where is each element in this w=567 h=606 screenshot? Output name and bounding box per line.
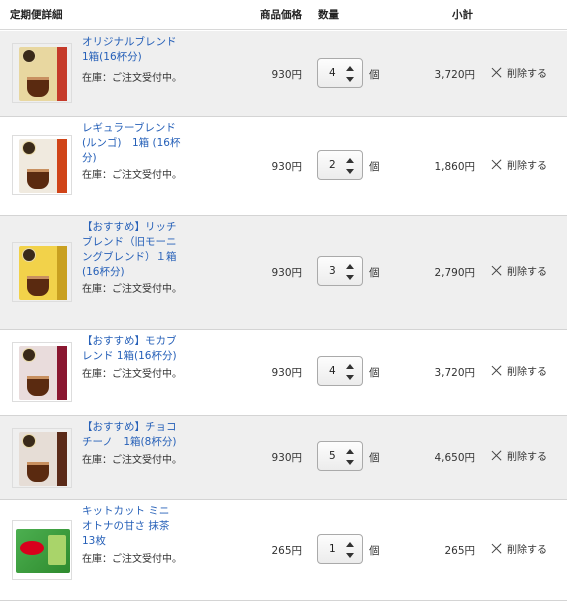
quantity-stepper[interactable]: 4 [317,356,363,386]
close-icon [491,265,502,276]
delete-label: 削除する [507,267,547,278]
line-subtotal: 2,790円 [434,267,475,279]
close-icon [491,159,502,170]
cart-items: オリジナルブレンド 1箱(16杯分) 在庫：ご注文受付中。 930円 4 個 3… [0,31,567,601]
quantity-value: 4 [329,365,336,377]
quantity-value: 2 [329,159,336,171]
unit-price: 930円 [271,161,302,173]
quantity-stepper[interactable]: 4 [317,58,363,88]
header-price: 商品価格 [260,9,302,21]
product-image[interactable] [12,135,72,195]
quantity-unit: 個 [369,267,380,279]
product-name-link[interactable]: 【おすすめ】モカブレンド 1箱(16杯分) [82,334,182,364]
coffee-capsule-box-icon [19,432,67,486]
quantity-unit: 個 [369,367,380,379]
stock-status: 在庫：ご注文受付中。 [82,284,182,295]
quantity-value: 1 [329,543,336,555]
table-row: キットカット ミニ オトナの甘さ 抹茶 13枚 在庫：ご注文受付中。 265円 … [0,500,567,601]
close-icon [491,365,502,376]
close-icon [491,67,502,78]
product-image[interactable] [12,520,72,580]
delete-button[interactable]: 削除する [491,263,547,278]
table-row: オリジナルブレンド 1箱(16杯分) 在庫：ご注文受付中。 930円 4 個 3… [0,31,567,117]
table-header: 定期便詳細 商品価格 数量 小計 [0,0,567,30]
header-detail: 定期便詳細 [10,9,63,21]
delete-button[interactable]: 削除する [491,448,547,463]
table-row: 【おすすめ】チョコチーノ 1箱(8杯分) 在庫：ご注文受付中。 930円 5 個… [0,416,567,500]
spinner-arrows-icon[interactable] [346,542,354,558]
table-row: 【おすすめ】リッチブレンド（旧モーニングブレンド）１箱(16杯分) 在庫：ご注文… [0,216,567,330]
spinner-arrows-icon[interactable] [346,66,354,82]
table-row: 【おすすめ】モカブレンド 1箱(16杯分) 在庫：ご注文受付中。 930円 4 … [0,330,567,416]
delete-button[interactable]: 削除する [491,65,547,80]
delete-label: 削除する [507,69,547,80]
unit-price: 930円 [271,367,302,379]
quantity-stepper[interactable]: 3 [317,256,363,286]
delete-label: 削除する [507,161,547,172]
quantity-value: 3 [329,265,336,277]
unit-price: 265円 [271,545,302,557]
quantity-stepper[interactable]: 2 [317,150,363,180]
line-subtotal: 4,650円 [434,452,475,464]
quantity-unit: 個 [369,452,380,464]
kitkat-matcha-pack-icon [16,529,70,573]
delete-button[interactable]: 削除する [491,363,547,378]
delete-button[interactable]: 削除する [491,541,547,556]
delete-label: 削除する [507,367,547,378]
quantity-value: 5 [329,450,336,462]
quantity-unit: 個 [369,161,380,173]
delete-button[interactable]: 削除する [491,157,547,172]
quantity-stepper[interactable]: 1 [317,534,363,564]
spinner-arrows-icon[interactable] [346,158,354,174]
header-subtotal: 小計 [452,9,473,21]
coffee-capsule-box-icon [19,346,67,400]
spinner-arrows-icon[interactable] [346,364,354,380]
coffee-capsule-box-icon [19,246,67,300]
quantity-stepper[interactable]: 5 [317,441,363,471]
close-icon [491,450,502,461]
stock-status: 在庫：ご注文受付中。 [82,455,182,466]
quantity-unit: 個 [369,545,380,557]
product-name-link[interactable]: キットカット ミニ オトナの甘さ 抹茶 13枚 [82,504,182,549]
unit-price: 930円 [271,267,302,279]
line-subtotal: 1,860円 [434,161,475,173]
line-subtotal: 3,720円 [434,367,475,379]
coffee-capsule-box-icon [19,139,67,193]
product-name-link[interactable]: 【おすすめ】チョコチーノ 1箱(8杯分) [82,420,182,450]
stock-status: 在庫：ご注文受付中。 [82,554,182,565]
unit-price: 930円 [271,69,302,81]
stock-status: 在庫：ご注文受付中。 [82,170,182,181]
product-image[interactable] [12,43,72,103]
header-quantity: 数量 [318,9,339,21]
product-image[interactable] [12,342,72,402]
quantity-value: 4 [329,67,336,79]
line-subtotal: 3,720円 [434,69,475,81]
table-row: レギュラーブレンド (ルンゴ) 1箱 (16杯分) 在庫：ご注文受付中。 930… [0,117,567,216]
stock-status: 在庫：ご注文受付中。 [82,73,182,84]
spinner-arrows-icon[interactable] [346,264,354,280]
delete-label: 削除する [507,545,547,556]
coffee-capsule-box-icon [19,47,67,101]
close-icon [491,543,502,554]
unit-price: 930円 [271,452,302,464]
product-name-link[interactable]: オリジナルブレンド 1箱(16杯分) [82,35,182,65]
quantity-unit: 個 [369,69,380,81]
product-image[interactable] [12,428,72,488]
product-name-link[interactable]: 【おすすめ】リッチブレンド（旧モーニングブレンド）１箱(16杯分) [82,220,182,280]
stock-status: 在庫：ご注文受付中。 [82,369,182,380]
line-subtotal: 265円 [444,545,475,557]
product-image[interactable] [12,242,72,302]
spinner-arrows-icon[interactable] [346,449,354,465]
delete-label: 削除する [507,452,547,463]
product-name-link[interactable]: レギュラーブレンド (ルンゴ) 1箱 (16杯分) [82,121,182,166]
